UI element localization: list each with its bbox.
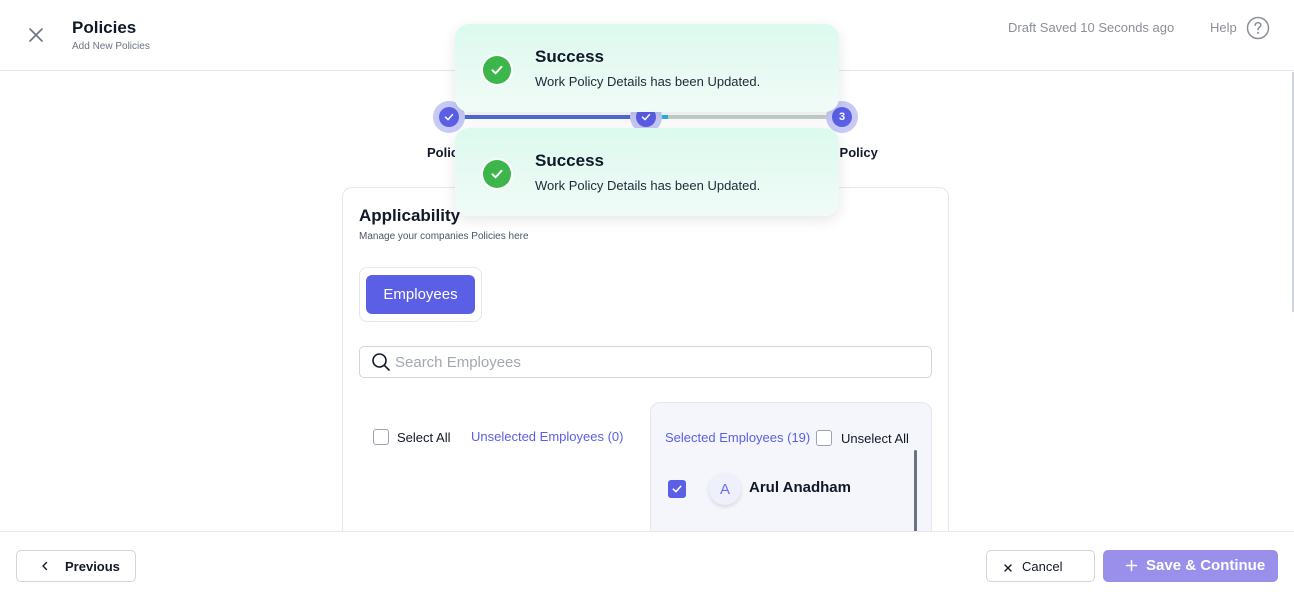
stepper-progress-remaining bbox=[668, 115, 828, 119]
success-toast[interactable]: Success Work Policy Details has been Upd… bbox=[455, 128, 839, 216]
close-icon bbox=[1003, 561, 1013, 572]
card-subtitle: Manage your companies Policies here bbox=[359, 231, 529, 242]
toast-message: Work Policy Details has been Updated. bbox=[535, 178, 761, 193]
unselect-all-label[interactable]: Unselect All bbox=[841, 431, 909, 446]
previous-label: Previous bbox=[65, 559, 120, 574]
unselect-all-checkbox[interactable] bbox=[816, 430, 832, 446]
stepper-progress-completed bbox=[464, 115, 632, 119]
page-subtitle: Add New Policies bbox=[72, 41, 150, 52]
step-3-number: 3 bbox=[832, 107, 852, 127]
card-title: Applicability bbox=[359, 206, 461, 225]
toast-title: Success bbox=[535, 47, 604, 66]
select-all-checkbox[interactable] bbox=[373, 429, 389, 445]
save-and-continue-button[interactable]: Save & Continue bbox=[1103, 550, 1278, 582]
select-all-label[interactable]: Select All bbox=[397, 430, 450, 445]
step-1-label: Polic bbox=[427, 145, 455, 160]
plus-icon bbox=[1125, 559, 1138, 572]
success-check-icon bbox=[481, 54, 513, 86]
page-footer bbox=[0, 531, 1294, 600]
toast-message: Work Policy Details has been Updated. bbox=[535, 74, 761, 89]
unselected-employees-header: Unselected Employees (0) bbox=[471, 429, 624, 444]
employee-name: Arul Anadham bbox=[749, 479, 851, 496]
check-icon bbox=[672, 485, 682, 493]
employee-checkbox[interactable] bbox=[668, 480, 686, 498]
avatar: A bbox=[709, 473, 741, 505]
cancel-label: Cancel bbox=[1022, 559, 1063, 574]
search-icon bbox=[371, 352, 391, 372]
toast-title: Success bbox=[535, 151, 604, 170]
list-scrollbar[interactable] bbox=[914, 450, 917, 532]
help-icon[interactable] bbox=[1246, 16, 1270, 40]
page-title: Policies bbox=[72, 18, 137, 37]
search-input[interactable] bbox=[395, 350, 915, 374]
check-icon bbox=[439, 107, 459, 127]
draft-status: Draft Saved 10 Seconds ago bbox=[1008, 20, 1175, 35]
selected-employees-header: Selected Employees (19) bbox=[665, 430, 811, 445]
tab-employees[interactable]: Employees bbox=[366, 275, 475, 314]
chevron-left-icon bbox=[39, 560, 51, 572]
close-icon[interactable] bbox=[24, 23, 48, 47]
cancel-button[interactable]: Cancel bbox=[986, 550, 1095, 582]
help-link[interactable]: Help bbox=[1210, 20, 1237, 35]
previous-button[interactable]: Previous bbox=[16, 550, 136, 582]
save-label: Save & Continue bbox=[1146, 557, 1266, 574]
success-check-icon bbox=[481, 158, 513, 190]
success-toast[interactable]: Success Work Policy Details has been Upd… bbox=[455, 24, 839, 112]
